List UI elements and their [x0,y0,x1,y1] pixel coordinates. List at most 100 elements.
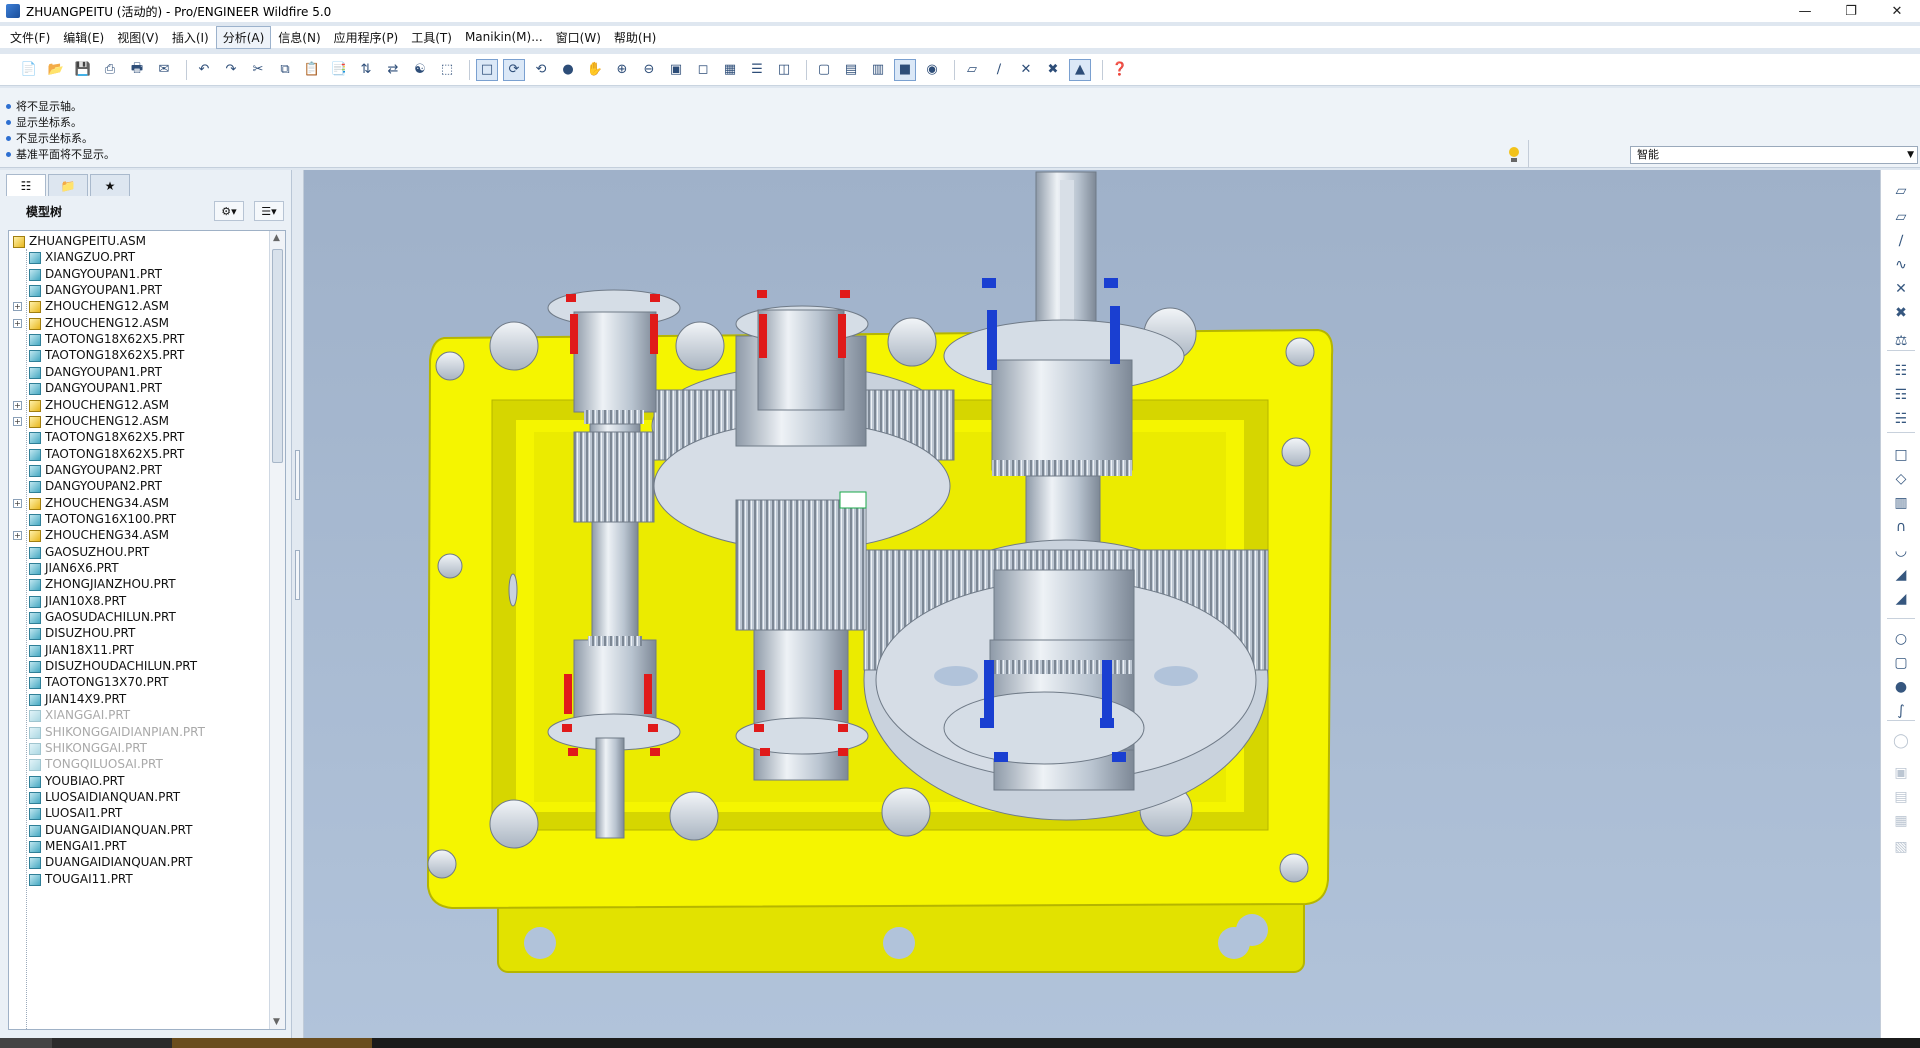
paste-icon[interactable]: 📋 [301,59,323,81]
new-file-icon[interactable]: 📄 [18,59,40,81]
pattern-icon[interactable]: ▥ [1890,492,1912,514]
tree-item[interactable]: TOUGAI11.PRT [9,870,269,890]
view-manager-icon[interactable]: ◫ [773,59,795,81]
repaint-icon[interactable]: □ [476,58,498,81]
menu-item[interactable]: 信息(N) [272,27,326,48]
repeat-component-icon[interactable]: □ [1890,444,1912,466]
scroll-up-icon[interactable]: ▲ [273,233,280,243]
context-help-icon[interactable]: ❓ [1109,59,1131,81]
offset-icon[interactable]: ▧ [1890,836,1912,858]
model-tree[interactable]: ZHUANGPEITU.ASM XIANGZUO.PRT DANGYOUPAN1.P… [8,230,286,1030]
sweep-icon[interactable]: ∫ [1890,700,1912,722]
scrollbar-thumb[interactable] [272,249,283,463]
menu-item[interactable]: 窗口(W) [550,27,607,48]
create-component-icon[interactable]: ☶ [1890,384,1912,406]
cut-feature-icon[interactable]: ∩ [1890,516,1912,538]
tree-settings-icon[interactable]: ⚙▾ [214,201,244,221]
no-hidden-icon[interactable]: ▥ [867,59,889,81]
regen-manager-icon[interactable]: ⇄ [382,59,404,81]
menu-item[interactable]: 工具(T) [405,27,458,48]
coordinate-systems-icon[interactable]: ✖ [1042,59,1064,81]
select-box-icon[interactable]: ⬚ [436,59,458,81]
scroll-down-icon[interactable]: ▼ [273,1017,280,1027]
folder-browser-tab-icon[interactable]: 📁 [48,174,88,196]
expand-icon[interactable]: + [13,318,22,328]
save-icon[interactable]: 💾 [72,59,94,81]
sash-grip[interactable] [295,450,300,500]
email-icon[interactable]: ✉ [153,59,175,81]
datum-axes-icon[interactable]: ∕ [988,59,1010,81]
menu-item[interactable]: 帮助(H) [608,27,662,48]
paste-special-icon[interactable]: 📑 [328,59,350,81]
sketched-curve-icon[interactable]: ∿ [1890,254,1912,276]
menu-item[interactable]: 应用程序(P) [328,27,405,48]
model-tree-tab-icon[interactable]: ☷ [6,174,46,196]
graphics-window[interactable] [304,170,1880,1038]
find-icon[interactable]: ☯ [409,59,431,81]
rib-icon[interactable]: ● [1890,676,1912,698]
regenerate-icon[interactable]: ⇅ [355,59,377,81]
tree-show-icon[interactable]: ☰▾ [254,201,284,221]
extend-icon[interactable]: ▦ [1890,810,1912,832]
wireframe-icon[interactable]: ▢ [813,59,835,81]
lightbulb-icon[interactable] [1508,147,1520,163]
draft-icon[interactable]: ◢ [1890,588,1912,610]
zoom-out-icon[interactable]: ⊖ [638,59,660,81]
spin-center-icon[interactable]: ⟳ [503,58,525,81]
trim-icon[interactable]: ▤ [1890,786,1912,808]
reorient-icon[interactable]: ◻ [692,59,714,81]
datum-point-icon[interactable]: ✕ [1890,278,1912,300]
datum-plane-create-icon[interactable]: ▱ [1890,206,1912,228]
redo-icon[interactable]: ↷ [220,59,242,81]
shading-icon[interactable]: ■ [894,58,916,81]
orient-mode-icon[interactable]: ⟲ [530,59,552,81]
annotations-icon[interactable]: ▲ [1069,58,1091,81]
minimize-icon[interactable]: — [1782,0,1828,22]
hidden-line-icon[interactable]: ▤ [840,59,862,81]
restore-icon[interactable]: ❐ [1828,0,1874,22]
shell-icon[interactable]: ▢ [1890,652,1912,674]
menu-item[interactable]: 插入(I) [166,27,215,48]
cut-icon[interactable]: ✂ [247,59,269,81]
chamfer-icon[interactable]: ◢ [1890,564,1912,586]
menu-item[interactable]: Manikin(M)... [459,28,549,46]
datum-plane-icon[interactable]: ▱ [1890,180,1912,202]
round-icon[interactable]: ◡ [1890,540,1912,562]
expand-icon[interactable]: + [13,531,22,541]
hole-icon[interactable]: ○ [1890,628,1912,650]
package-icon[interactable]: ☵ [1890,408,1912,430]
saved-views-icon[interactable]: ▦ [719,59,741,81]
assemble-icon[interactable]: ☷ [1890,360,1912,382]
menu-item[interactable]: 分析(A) [215,25,272,49]
menu-item[interactable]: 视图(V) [111,27,165,48]
sash-grip[interactable] [295,550,300,600]
layers-icon[interactable]: ☰ [746,59,768,81]
panel-sash[interactable] [292,170,304,1038]
refit-icon[interactable]: ▣ [665,59,687,81]
quick-print-icon[interactable]: 🖶 [126,59,148,81]
open-file-icon[interactable]: 📂 [45,59,67,81]
appearance-gallery-icon[interactable]: ● [557,59,579,81]
merge-icon[interactable]: ▣ [1890,762,1912,784]
expand-icon[interactable]: + [13,416,22,426]
datum-planes-icon[interactable]: ▱ [961,59,983,81]
zoom-in-icon[interactable]: ⊕ [611,59,633,81]
expand-icon[interactable]: + [13,400,22,410]
blend-icon[interactable]: ◯ [1890,730,1912,752]
undo-icon[interactable]: ↶ [193,59,215,81]
datum-axis-icon[interactable]: ∕ [1890,230,1912,252]
copy-icon[interactable]: ⧉ [274,59,296,81]
expand-icon[interactable]: + [13,302,22,312]
datum-csys-icon[interactable]: ✖ [1890,302,1912,324]
gearbox-model[interactable] [304,170,1880,1038]
favorites-tab-icon[interactable]: ★ [90,174,130,196]
menu-item[interactable]: 文件(F) [4,27,56,48]
tree-scrollbar[interactable]: ▲ ▼ [269,231,285,1029]
mirror-icon[interactable]: ◇ [1890,468,1912,490]
enhanced-realism-icon[interactable]: ◉ [921,59,943,81]
print-icon[interactable]: ⎙ [99,59,121,81]
datum-points-icon[interactable]: ✕ [1015,59,1037,81]
close-icon[interactable]: ✕ [1874,0,1920,22]
selection-filter-select[interactable]: 智能 ▼ [1630,146,1918,164]
analysis-feature-icon[interactable]: ⚖ [1890,330,1912,352]
